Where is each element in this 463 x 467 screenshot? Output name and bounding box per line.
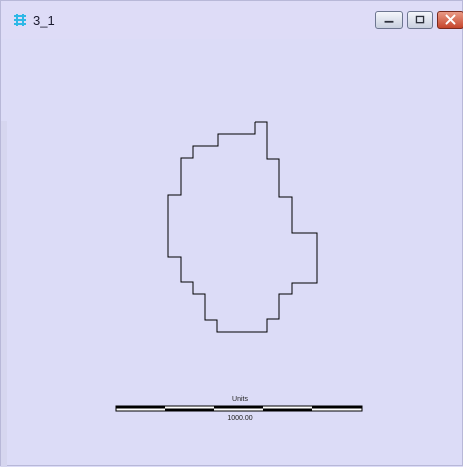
scale-bar-value: 1000.00 xyxy=(227,415,253,422)
scale-bar xyxy=(115,405,363,412)
region-outline xyxy=(167,121,318,333)
scale-bar-segment-4 xyxy=(263,408,312,411)
scale-bar-segment-2 xyxy=(165,408,214,411)
scale-bar-segment-5 xyxy=(312,406,362,409)
scale-bar-title: Units xyxy=(232,396,248,403)
map-window: 3_1 Units 1000.00 xyxy=(0,0,463,467)
scale-bar-segment-1 xyxy=(116,406,165,409)
scale-bar-segment-3 xyxy=(214,406,263,409)
